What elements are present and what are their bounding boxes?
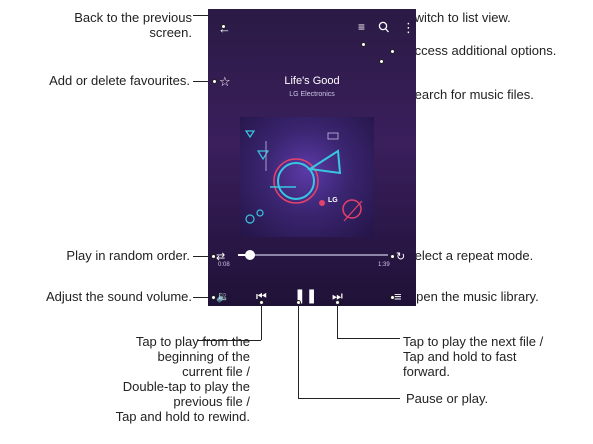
dot-previous [259,300,264,305]
elapsed-time: 0:08 [218,262,230,268]
dot-search [379,59,384,64]
callout-pause: Pause or play. [406,391,489,406]
music-player-screen: ← ≡ ⋮ ☆ Life's Good LG Electronics LG ⇄ … [208,9,416,306]
callout-library: Open the music library. [406,289,539,304]
volume-icon[interactable]: 🔉 [216,291,230,304]
song-title: Life's Good [284,75,340,87]
dot-list-view [361,42,366,47]
callout-repeat: Select a repeat mode. [406,248,534,263]
dot-options [390,49,395,54]
callout-random: Play in random order. [66,248,190,263]
leader-prev-h [198,340,261,341]
total-time: 1:39 [378,262,390,268]
leader-pause-v [298,302,299,399]
callout-favourites: Add or delete favourites. [49,73,190,88]
dot-favourites [212,79,217,84]
callout-play-next: Tap to play the next file / Tap and hold… [403,334,544,379]
more-options-icon[interactable]: ⋮ [402,21,415,34]
callout-back: Back to the previous screen. [74,10,192,40]
leader-next-h [337,338,400,339]
seek-bar-track[interactable] [238,254,388,256]
dot-pause [296,300,301,305]
dot-library [390,295,395,300]
leader-pause-h [298,398,400,399]
repeat-icon[interactable]: ↻ [396,251,405,264]
library-icon[interactable]: ≡ [394,290,402,303]
dot-volume [211,295,216,300]
song-artist: LG Electronics [289,91,335,98]
leader-prev-v [261,302,262,340]
callout-search: Search for music files. [406,87,534,102]
dot-next [335,300,340,305]
list-view-icon[interactable]: ≡ [358,21,365,34]
dot-repeat [390,254,395,259]
album-art: LG [240,117,374,237]
album-logo: LG [328,197,338,204]
search-icon[interactable] [378,21,390,36]
dot-random [211,254,216,259]
leader-next-v [337,302,338,339]
callout-options: Access additional options. [406,43,557,58]
callout-list-view: Switch to list view. [406,10,511,25]
album-art-graphic [244,130,363,224]
callout-volume: Adjust the sound volume. [46,289,192,304]
callout-play-previous: Tap to play from the beginning of the cu… [115,334,250,424]
seek-bar-thumb[interactable] [245,250,255,260]
dot-back [221,24,226,29]
